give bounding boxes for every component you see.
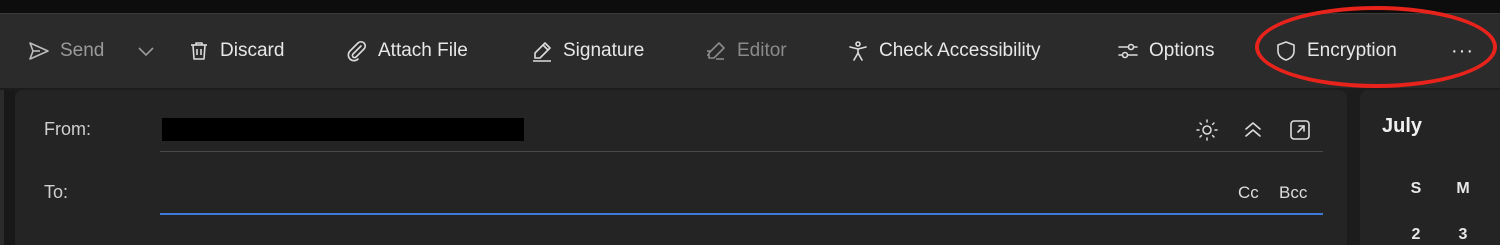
send-button[interactable]: Send <box>26 14 104 88</box>
compose-pane <box>15 90 1347 245</box>
paperclip-icon <box>344 38 370 64</box>
discard-label: Discard <box>220 40 285 61</box>
encryption-label: Encryption <box>1307 40 1397 61</box>
left-panel-edge <box>0 90 4 245</box>
to-field-underline[interactable] <box>160 213 1323 215</box>
trash-icon <box>186 38 212 64</box>
cc-button[interactable]: Cc <box>1238 183 1259 203</box>
sliders-icon <box>1115 38 1141 64</box>
more-icon: ··· <box>1451 39 1474 62</box>
pop-out-icon[interactable] <box>1287 117 1313 143</box>
signature-label: Signature <box>563 40 645 61</box>
compose-toolbar: Send Discard Attach File Signature Edito… <box>0 13 1500 88</box>
to-label: To: <box>44 182 69 202</box>
check-accessibility-button[interactable]: Check Accessibility <box>845 14 1041 88</box>
from-divider <box>160 151 1323 152</box>
from-address-redacted[interactable] <box>162 118 524 141</box>
editor-button[interactable]: Editor <box>703 14 787 88</box>
bcc-button[interactable]: Bcc <box>1279 183 1307 203</box>
calendar-month-title: July <box>1382 115 1423 137</box>
collapse-up-icon[interactable] <box>1240 117 1266 143</box>
calendar-day[interactable]: 3 <box>1453 226 1473 244</box>
window-top-strip <box>0 0 1500 13</box>
sun-icon[interactable] <box>1194 117 1220 143</box>
send-label: Send <box>60 40 105 61</box>
shield-icon <box>1273 38 1299 64</box>
attach-file-label: Attach File <box>378 40 468 61</box>
editor-icon <box>703 38 729 64</box>
encryption-button[interactable]: Encryption <box>1273 14 1397 88</box>
more-options-button[interactable]: ··· <box>1451 14 1474 88</box>
weekday-header-sunday: S <box>1410 180 1422 197</box>
from-label: From: <box>44 119 91 139</box>
options-label: Options <box>1149 40 1215 61</box>
weekday-header-monday: M <box>1456 180 1470 197</box>
discard-button[interactable]: Discard <box>186 14 284 88</box>
accessibility-icon <box>845 38 871 64</box>
attach-file-button[interactable]: Attach File <box>344 14 468 88</box>
check-accessibility-label: Check Accessibility <box>879 40 1041 61</box>
send-icon <box>26 38 52 64</box>
calendar-panel: July S M 2 3 <box>1360 90 1500 245</box>
chevron-down-icon <box>133 38 159 64</box>
send-options-dropdown[interactable] <box>133 14 159 88</box>
calendar-day[interactable]: 2 <box>1406 226 1426 244</box>
signature-button[interactable]: Signature <box>529 14 644 88</box>
editor-label: Editor <box>737 40 787 61</box>
pen-icon <box>529 38 555 64</box>
options-button[interactable]: Options <box>1115 14 1214 88</box>
